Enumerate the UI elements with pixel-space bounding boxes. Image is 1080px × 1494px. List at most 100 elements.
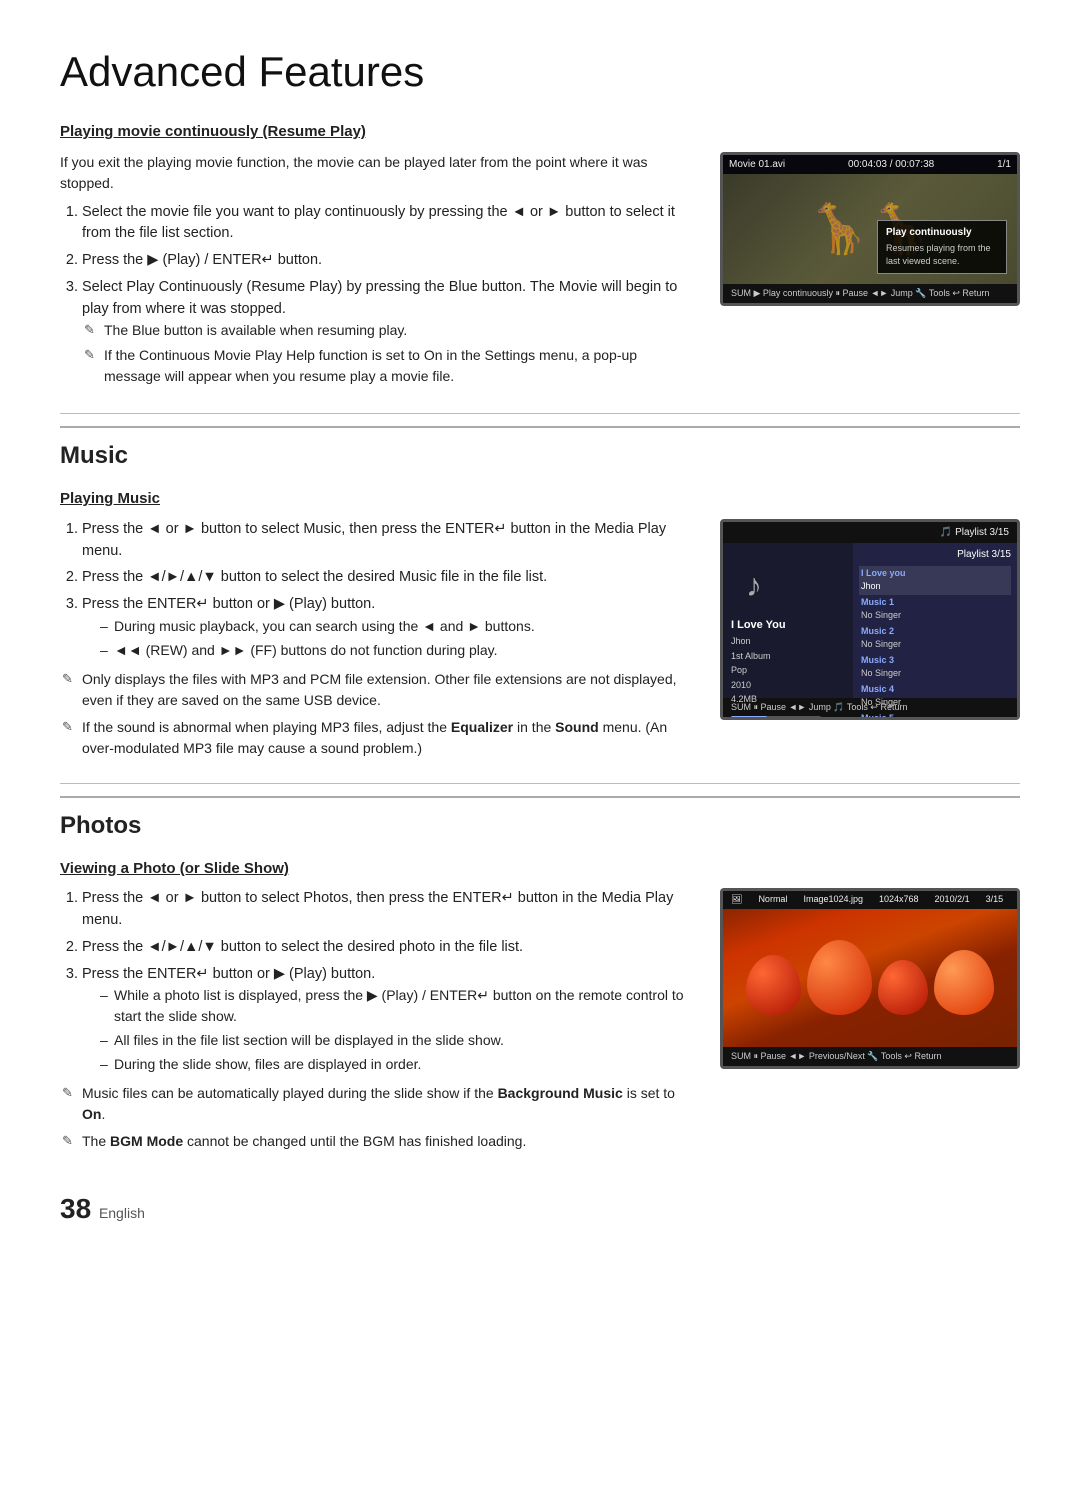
playlist-item: Music 3 No Singer bbox=[859, 653, 1011, 682]
photos-sub-bullets: While a photo list is displayed, press t… bbox=[100, 985, 696, 1075]
music-note-1: Only displays the files with MP3 and PCM… bbox=[60, 669, 696, 711]
music-content: Press the ◄ or ► button to select Music,… bbox=[60, 519, 1020, 765]
step-item: Select the movie file you want to play c… bbox=[82, 202, 696, 246]
playlist-icon: 🎵 bbox=[940, 527, 952, 538]
photos-content: Press the ◄ or ► button to select Photos… bbox=[60, 888, 1020, 1158]
step-item: Press the ◄ or ► button to select Music,… bbox=[82, 519, 696, 563]
sub-bullet-item: ◄◄ (REW) and ►► (FF) buttons do not func… bbox=[100, 640, 696, 661]
progress-bar-inner bbox=[731, 716, 767, 719]
movie-top-bar: Movie 01.avi 00:04:03 / 00:07:38 1/1 bbox=[723, 155, 1017, 174]
movie-bottom-bar: SUM ▶ Play continuously ⏸ Pause ◄► Jump … bbox=[723, 284, 1017, 304]
music-playlist: Playlist 3/15 I Love you Jhon Music 1 No… bbox=[853, 543, 1017, 698]
photo-resolution: 1024x768 bbox=[879, 893, 919, 907]
step-item: Press the ◄ or ► button to select Photos… bbox=[82, 888, 696, 932]
page-number-block: 38 English bbox=[60, 1188, 1020, 1230]
photo-mode-icon: 🖼 bbox=[731, 893, 742, 907]
music-left-panel: ♪ I Love You Jhon 1st Album Pop 2010 4.2… bbox=[723, 543, 853, 698]
popup-text: Resumes playing from the last viewed sce… bbox=[886, 242, 998, 269]
apple-xs bbox=[934, 950, 994, 1015]
step-item: Press the ▶ (Play) / ENTER↵ button. bbox=[82, 250, 696, 272]
playlist-header: Playlist 3/15 bbox=[859, 547, 1011, 562]
note-item: If the Continuous Movie Play Help functi… bbox=[82, 345, 696, 387]
photos-screen: 🖼 Normal Image1024.jpg 1024x768 2010/2/1… bbox=[720, 888, 1020, 1069]
resume-play-steps: Select the movie file you want to play c… bbox=[82, 202, 696, 388]
viewing-photo-heading: Viewing a Photo (or Slide Show) bbox=[60, 858, 1020, 881]
resume-play-content: If you exit the playing movie function, … bbox=[60, 152, 1020, 396]
sub-bullet-item: During music playback, you can search us… bbox=[100, 616, 696, 637]
apple-small bbox=[878, 960, 928, 1015]
playlist-item: Music 1 No Singer bbox=[859, 595, 1011, 624]
photos-steps: Press the ◄ or ► button to select Photos… bbox=[82, 888, 696, 1075]
movie-filename: Movie 01.avi bbox=[729, 157, 785, 172]
apple-medium bbox=[807, 940, 872, 1015]
photo-bottom-bar: SUM ⏸ Pause ◄► Previous/Next 🔧 Tools ↩ R… bbox=[723, 1047, 1017, 1067]
photos-note-1: Music files can be automatically played … bbox=[60, 1083, 696, 1125]
page-title: Advanced Features bbox=[60, 40, 1020, 103]
playlist-label: 🎵 Playlist 3/15 bbox=[940, 525, 1009, 540]
photo-counter: 3/15 bbox=[986, 893, 1004, 907]
resume-play-heading: Playing movie continuously (Resume Play) bbox=[60, 121, 1020, 144]
step-item: Press the ◄/►/▲/▼ button to select the d… bbox=[82, 937, 696, 959]
popup-title: Play continuously bbox=[886, 225, 998, 240]
photo-mode: Normal bbox=[758, 893, 787, 907]
photo-image-area bbox=[723, 909, 1017, 1047]
photo-date: 2010/2/1 bbox=[935, 893, 970, 907]
step-item: Press the ENTER↵ button or ▶ (Play) butt… bbox=[82, 594, 696, 661]
sub-bullet-item: During the slide show, files are display… bbox=[100, 1054, 696, 1075]
apple-large bbox=[746, 955, 801, 1015]
page-lang: English bbox=[99, 1205, 145, 1221]
music-top-bar: 🎵 Playlist 3/15 bbox=[723, 522, 1017, 543]
resume-play-screen: Movie 01.avi 00:04:03 / 00:07:38 1/1 🦒🦒 … bbox=[720, 152, 1020, 307]
music-note-icon: ♪ bbox=[746, 561, 762, 609]
photos-section: Viewing a Photo (or Slide Show) Press th… bbox=[60, 858, 1020, 1159]
song-title: I Love You bbox=[731, 617, 786, 635]
photo-controls: SUM ⏸ Pause ◄► Previous/Next 🔧 Tools ↩ R… bbox=[731, 1050, 941, 1064]
step-item: Press the ENTER↵ button or ▶ (Play) butt… bbox=[82, 964, 696, 1076]
resume-play-text: If you exit the playing movie function, … bbox=[60, 152, 696, 396]
step-item: Press the ◄/►/▲/▼ button to select the d… bbox=[82, 567, 696, 589]
movie-image-area: 🦒🦒 Play continuously Resumes playing fro… bbox=[723, 174, 1017, 284]
photo-filename: Image1024.jpg bbox=[803, 893, 863, 907]
year: 2010 bbox=[731, 678, 786, 692]
progress-bar-outer bbox=[731, 716, 821, 719]
music-controls: SUM ⏸ Pause ◄► Jump 🎵 Tools ↩ Return bbox=[731, 701, 907, 715]
photo-tv-screen: 🖼 Normal Image1024.jpg 1024x768 2010/2/1… bbox=[720, 888, 1020, 1069]
photo-top-bar: 🖼 Normal Image1024.jpg 1024x768 2010/2/1… bbox=[723, 891, 1017, 909]
playlist-item: Music 2 No Singer bbox=[859, 624, 1011, 653]
movie-popup: Play continuously Resumes playing from t… bbox=[877, 220, 1007, 274]
movie-controls: SUM ▶ Play continuously ⏸ Pause ◄► Jump … bbox=[731, 287, 989, 301]
photos-note-2: The BGM Mode cannot be changed until the… bbox=[60, 1131, 696, 1152]
music-sub-bullets: During music playback, you can search us… bbox=[100, 616, 696, 661]
movie-counter: 1/1 bbox=[997, 157, 1011, 172]
photos-section-title: Photos bbox=[60, 796, 1020, 844]
movie-tv-screen: Movie 01.avi 00:04:03 / 00:07:38 1/1 🦒🦒 … bbox=[720, 152, 1020, 307]
photos-text: Press the ◄ or ► button to select Photos… bbox=[60, 888, 696, 1158]
resume-play-notes: The Blue button is available when resumi… bbox=[82, 320, 696, 387]
page-number: 38 bbox=[60, 1193, 91, 1224]
music-info: I Love You Jhon 1st Album Pop 2010 4.2MB bbox=[731, 617, 786, 707]
movie-time: 00:04:03 / 00:07:38 bbox=[848, 157, 934, 172]
resume-play-section: Playing movie continuously (Resume Play)… bbox=[60, 121, 1020, 395]
genre: Pop bbox=[731, 663, 786, 677]
music-divider bbox=[60, 413, 1020, 414]
music-time: 01:10 / 04:02 bbox=[731, 719, 821, 720]
music-section: Playing Music Press the ◄ or ► button to… bbox=[60, 488, 1020, 765]
music-main-area: ♪ I Love You Jhon 1st Album Pop 2010 4.2… bbox=[723, 543, 1017, 698]
music-tv-screen: 🎵 Playlist 3/15 ♪ I Love You Jhon 1st Al… bbox=[720, 519, 1020, 721]
music-text: Press the ◄ or ► button to select Music,… bbox=[60, 519, 696, 765]
music-progress: 01:10 / 04:02 bbox=[731, 714, 821, 720]
apple-visual bbox=[736, 930, 1004, 1025]
playlist-item: I Love you Jhon bbox=[859, 566, 1011, 595]
sub-bullet-item: While a photo list is displayed, press t… bbox=[100, 985, 696, 1027]
music-screen: 🎵 Playlist 3/15 ♪ I Love You Jhon 1st Al… bbox=[720, 519, 1020, 721]
step-item: Select Play Continuously (Resume Play) b… bbox=[82, 277, 696, 388]
note-item: The Blue button is available when resumi… bbox=[82, 320, 696, 341]
photos-divider bbox=[60, 783, 1020, 784]
artist: Jhon bbox=[731, 634, 786, 648]
sub-bullet-item: All files in the file list section will … bbox=[100, 1030, 696, 1051]
resume-play-intro: If you exit the playing movie function, … bbox=[60, 152, 696, 194]
album: 1st Album bbox=[731, 649, 786, 663]
music-section-title: Music bbox=[60, 426, 1020, 474]
music-note-2: If the sound is abnormal when playing MP… bbox=[60, 717, 696, 759]
playing-music-heading: Playing Music bbox=[60, 488, 1020, 511]
